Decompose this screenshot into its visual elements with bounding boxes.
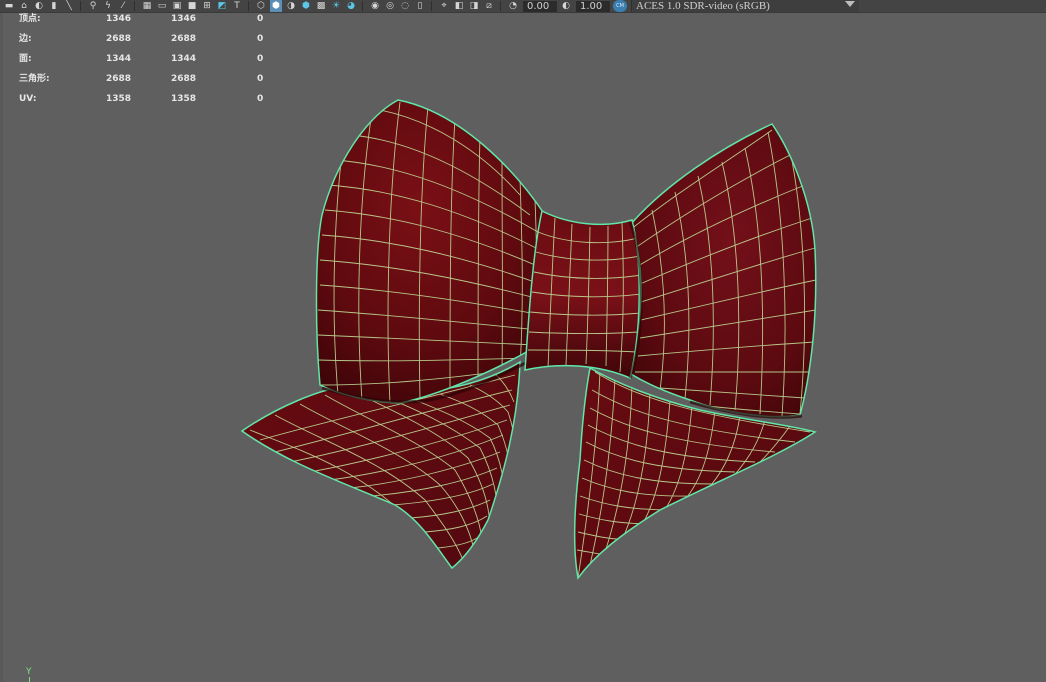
hud-row-uvs: UV: 1358 1358 0 [19,93,279,113]
hud-value: 0 [257,34,264,44]
bow-loop-right[interactable] [627,123,817,419]
hud-label: 三角形: [19,74,50,84]
hud-value: 2688 [171,74,197,84]
hud-value: 2688 [106,34,132,44]
axis-gizmo-icon [29,677,30,682]
hud-value: 0 [257,54,264,64]
hud-value: 1346 [106,14,132,24]
hud-value: 0 [257,74,264,84]
hud-value: 1346 [171,14,197,24]
hud-label: 顶点: [19,14,41,24]
hud-row-edges: 边: 2688 2688 0 [19,33,279,53]
hud-value: 1344 [106,54,132,64]
hud-row-vertices: 顶点: 1346 1346 0 [19,13,279,33]
hud-value: 1358 [171,94,197,104]
hud-label: 面: [19,54,32,64]
hud-label: 边: [19,34,32,44]
bow-loop-left[interactable] [315,99,548,404]
hud-row-triangles: 三角形: 2688 2688 0 [19,73,279,93]
hud-value: 1358 [106,94,132,104]
poly-count-hud: 顶点: 1346 1346 0 边: 2688 2688 0 面: 1344 1… [19,13,279,113]
hud-value: 0 [257,94,264,104]
hud-value: 0 [257,14,264,24]
hud-row-faces: 面: 1344 1344 0 [19,53,279,73]
axis-y-label: Y [26,667,32,677]
hud-value: 2688 [106,74,132,84]
hud-value: 1344 [171,54,197,64]
bow-knot[interactable] [524,210,643,379]
hud-value: 2688 [171,34,197,44]
hud-label: UV: [19,94,37,104]
